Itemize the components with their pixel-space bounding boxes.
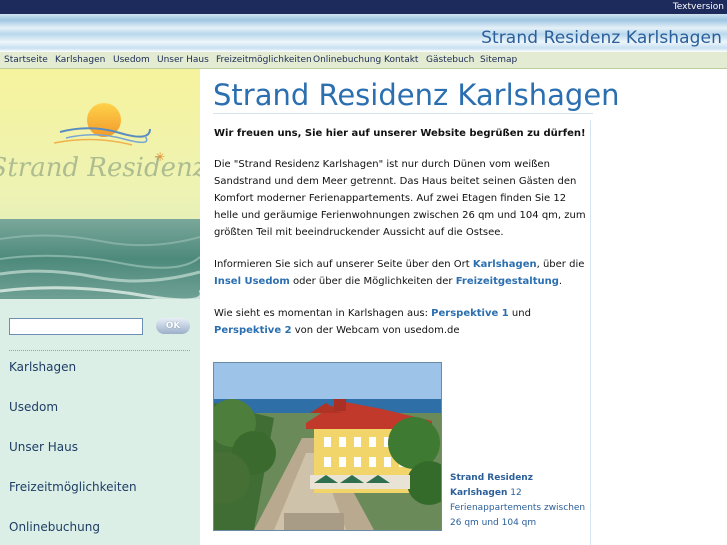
sidebar-item-usedom[interactable]: Usedom	[9, 400, 58, 414]
nav-sitemap[interactable]: Sitemap	[480, 52, 517, 68]
page-title: Strand Residenz Karlshagen	[213, 78, 620, 112]
search-input[interactable]	[9, 318, 143, 335]
sidebar-item-unser-haus[interactable]: Unser Haus	[9, 440, 78, 454]
nav-kontakt[interactable]: Kontakt	[384, 52, 418, 68]
top-strip: Textversion	[0, 0, 727, 14]
textversion-link[interactable]: Textversion	[673, 0, 724, 14]
webcam-paragraph: Wie sieht es momentan in Karlshagen aus:…	[214, 308, 531, 336]
logo-script-text: Strand Residenz	[0, 153, 200, 183]
nav-onlinebuchung[interactable]: Onlinebuchung	[313, 52, 381, 68]
top-navigation: Startseite Karlshagen Usedom Unser Haus …	[0, 52, 727, 69]
sidebar: OK Karlshagen Usedom Unser Haus Freizeit…	[0, 299, 200, 545]
sidebar-item-onlinebuchung[interactable]: Onlinebuchung	[9, 520, 100, 534]
house-photo	[213, 362, 442, 531]
nav-gaestebuch[interactable]: Gästebuch	[426, 52, 474, 68]
link-perspektive-1[interactable]: Perspektive 1	[431, 308, 509, 319]
sidebar-separator	[9, 350, 190, 351]
nav-karlshagen[interactable]: Karlshagen	[55, 52, 105, 68]
link-insel-usedom[interactable]: Insel Usedom	[214, 276, 290, 287]
welcome-text: Wir freuen uns, Sie hier auf unserer Web…	[214, 128, 586, 139]
nav-unser-haus[interactable]: Unser Haus	[157, 52, 209, 68]
sidebar-item-karlshagen[interactable]: Karlshagen	[9, 360, 76, 374]
intro-paragraph: Die "Strand Residenz Karlshagen" ist nur…	[214, 159, 586, 238]
sidebar-logo-image: Strand Residenz ✳	[0, 69, 200, 299]
link-karlshagen[interactable]: Karlshagen	[473, 259, 537, 270]
site-title: Strand Residenz Karlshagen	[481, 28, 722, 48]
nav-startseite[interactable]: Startseite	[4, 52, 48, 68]
link-perspektive-2[interactable]: Perspektive 2	[214, 325, 292, 336]
info-paragraph: Informieren Sie sich auf unserer Seite ü…	[214, 259, 585, 287]
ok-button[interactable]: OK	[156, 318, 190, 334]
title-divider	[213, 113, 593, 114]
nav-usedom[interactable]: Usedom	[113, 52, 150, 68]
photo-caption: Strand Residenz Karlshagen 12 Ferienappa…	[450, 473, 586, 528]
svg-text:✳: ✳	[155, 150, 165, 164]
content-border	[590, 120, 591, 545]
sidebar-item-freizeitmoeglichkeiten[interactable]: Freizeitmöglichkeiten	[9, 480, 137, 494]
link-freizeitgestaltung[interactable]: Freizeitgestaltung	[456, 276, 559, 287]
nav-freizeitmoeglichkeiten[interactable]: Freizeitmöglichkeiten	[216, 52, 312, 68]
